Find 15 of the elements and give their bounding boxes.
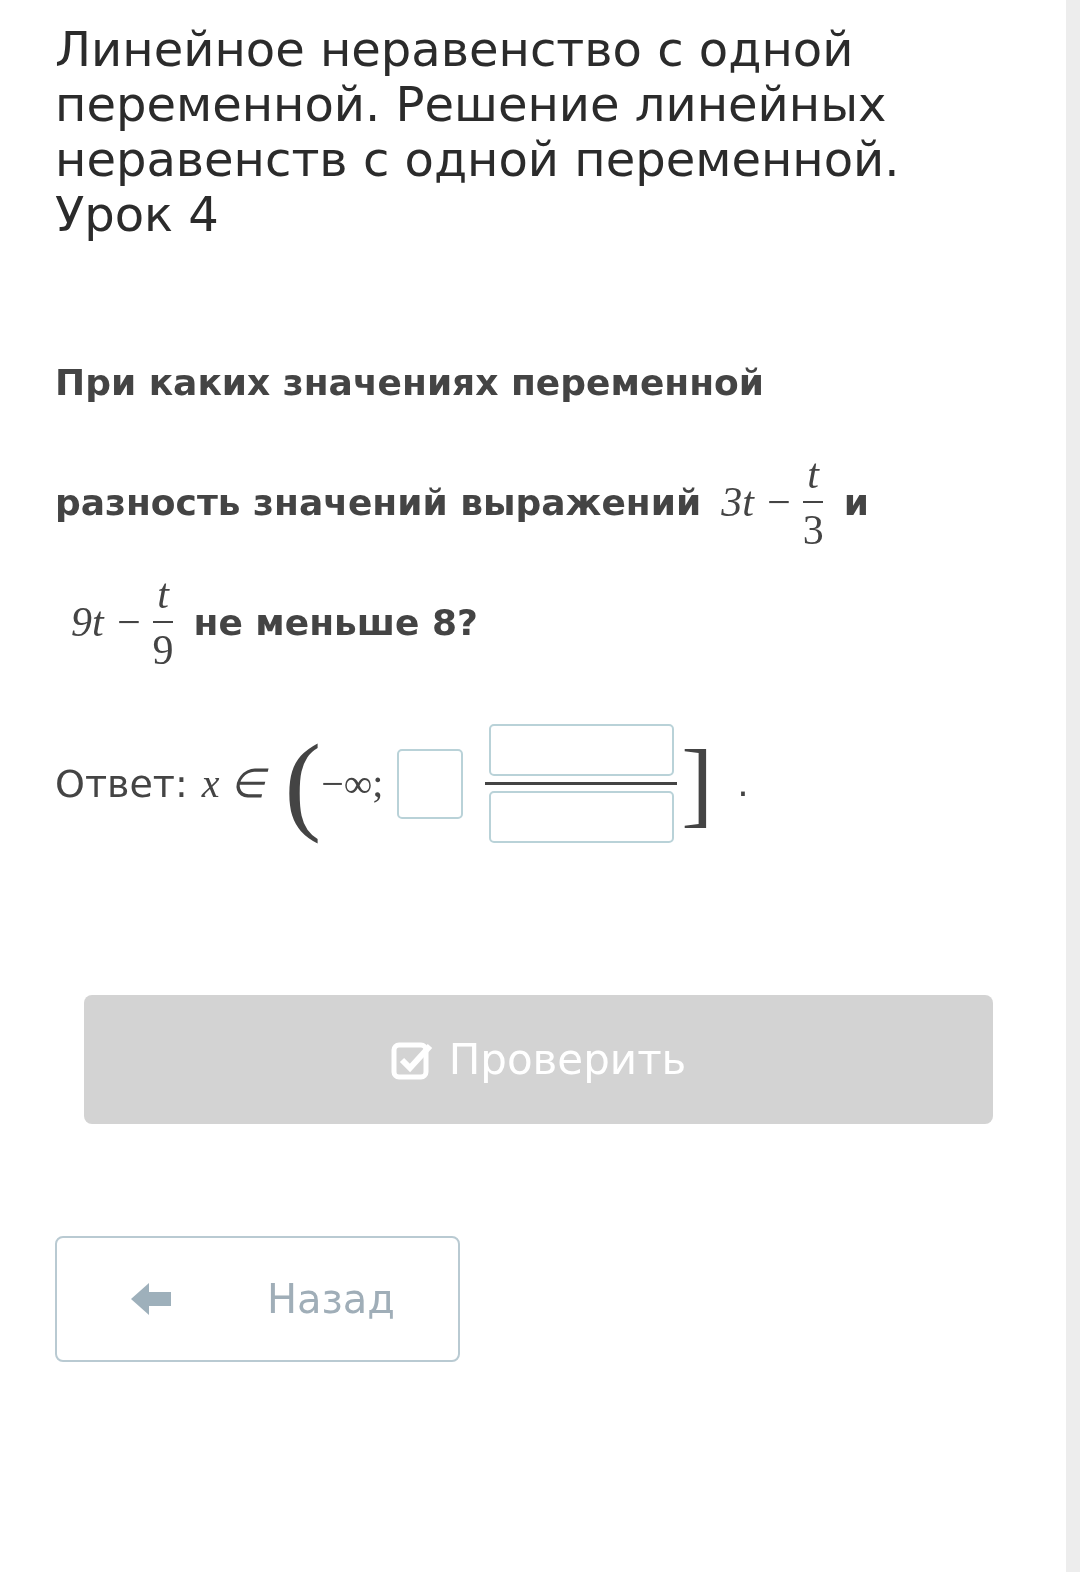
interval-start: −∞;	[321, 760, 384, 807]
numerator-field[interactable]	[488, 724, 674, 776]
period: .	[737, 763, 749, 804]
open-parenthesis: (	[284, 721, 322, 846]
answer-label: Ответ:	[55, 761, 188, 806]
question-text: не меньше 8?	[193, 601, 478, 643]
arrow-left-icon	[129, 1281, 173, 1317]
question-text: При каких значениях переменной	[55, 361, 764, 403]
lesson-title: Линейное неравенство с одной переменной. Решение линейных неравенств с одной переменной. Урок 4	[55, 22, 901, 242]
question-text: разность значений выражений	[55, 481, 702, 523]
question-text: и	[843, 481, 869, 523]
denominator-field[interactable]	[488, 791, 674, 843]
back-button[interactable]: Назад	[55, 1236, 460, 1362]
input-field[interactable]	[397, 748, 464, 819]
close-bracket: ]	[681, 728, 714, 839]
